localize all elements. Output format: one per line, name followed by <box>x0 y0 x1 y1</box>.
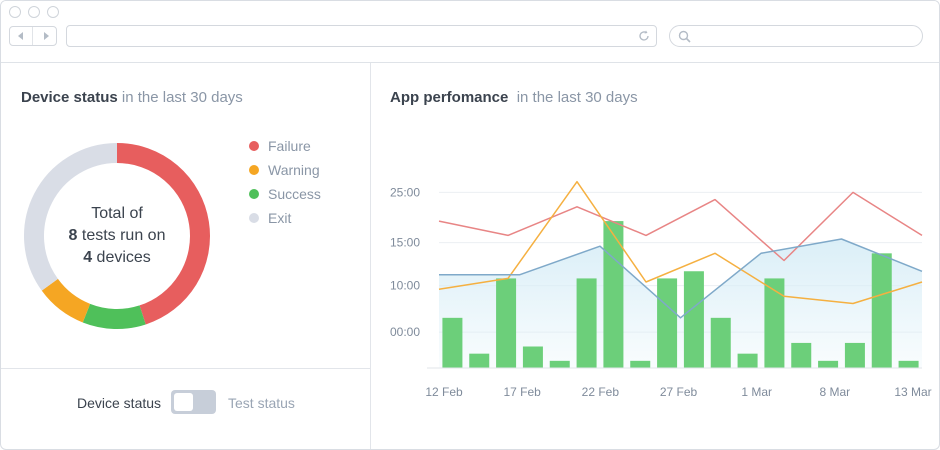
donut-center-line-3: 4 devices <box>47 247 187 269</box>
x-tick-label: 13 Mar <box>894 385 931 399</box>
legend-label: Success <box>268 186 321 202</box>
forward-arrow-icon <box>43 32 49 40</box>
device-status-heading: Device status <box>21 89 118 106</box>
back-arrow-icon <box>18 32 23 40</box>
reload-icon[interactable] <box>638 30 650 42</box>
x-tick-label: 17 Feb <box>503 385 541 399</box>
status-view-toggle[interactable] <box>171 390 216 414</box>
window-minimize-button[interactable] <box>28 6 40 18</box>
performance-bar <box>469 353 490 368</box>
legend-item-failure: Failure <box>249 137 321 161</box>
performance-bar <box>657 278 678 368</box>
y-tick-label: 15:00 <box>390 236 420 250</box>
device-status-legend: Failure Warning Success Exit <box>249 137 321 233</box>
status-toggle-bar: Device status Test status <box>1 368 370 449</box>
performance-bar <box>442 317 463 368</box>
donut-slice-success <box>82 303 146 329</box>
donut-center-line-2: 8 tests run on <box>47 225 187 247</box>
failure-dot-icon <box>249 141 259 151</box>
performance-bar <box>898 360 919 368</box>
legend-item-warning: Warning <box>249 161 321 185</box>
exit-dot-icon <box>249 213 259 223</box>
performance-bar <box>764 278 785 368</box>
device-status-panel: Device status in the last 30 days Total … <box>1 63 371 449</box>
test-status-toggle-label[interactable]: Test status <box>228 395 295 411</box>
performance-bar <box>710 317 731 368</box>
performance-bar <box>496 278 517 368</box>
x-tick-label: 8 Mar <box>819 385 850 399</box>
donut-center-summary: Total of 8 tests run on 4 devices <box>47 203 187 269</box>
toggle-knob[interactable] <box>174 393 193 411</box>
y-tick-label: 25:00 <box>390 185 420 199</box>
address-bar[interactable] <box>66 25 657 47</box>
performance-bar <box>630 360 651 368</box>
x-tick-label: 12 Feb <box>425 385 463 399</box>
legend-label: Exit <box>268 210 292 226</box>
performance-bar <box>844 342 865 368</box>
devices-label: devices <box>92 249 151 266</box>
x-tick-label: 22 Feb <box>582 385 620 399</box>
forward-button[interactable] <box>34 27 57 45</box>
performance-bar <box>522 346 543 368</box>
legend-label: Failure <box>268 138 311 154</box>
legend-label: Warning <box>268 162 320 178</box>
donut-center-line-1: Total of <box>91 205 143 222</box>
browser-toolbar <box>1 1 939 63</box>
tests-run-on-label: tests run on <box>77 227 166 244</box>
performance-bar <box>871 253 892 368</box>
app-performance-chart: 25:00 15:00 10:00 00:00 12 Feb 17 Feb 22 Feb 27… <box>390 180 932 399</box>
window-maximize-button[interactable] <box>47 6 59 18</box>
nav-buttons <box>9 26 57 46</box>
success-dot-icon <box>249 189 259 199</box>
performance-bar <box>683 271 704 368</box>
donut-slice-warning <box>41 278 91 323</box>
app-performance-panel: App perfomance in the last 30 days 25:00… <box>371 63 939 449</box>
search-icon <box>678 30 691 43</box>
browser-window: Device status in the last 30 days Total … <box>0 0 940 450</box>
warning-dot-icon <box>249 165 259 175</box>
window-close-button[interactable] <box>9 6 21 18</box>
devices-count: 4 <box>83 249 93 266</box>
y-tick-label: 00:00 <box>390 325 420 339</box>
performance-bar <box>737 353 758 368</box>
performance-bar <box>549 360 570 368</box>
performance-bar <box>603 221 624 368</box>
performance-bar <box>791 342 812 368</box>
y-tick-label: 10:00 <box>390 279 420 293</box>
performance-bar <box>576 278 597 368</box>
performance-bar <box>818 360 839 368</box>
legend-item-success: Success <box>249 185 321 209</box>
back-button[interactable] <box>10 27 33 45</box>
device-status-title: Device status in the last 30 days <box>21 89 243 106</box>
x-tick-label: 27 Feb <box>660 385 698 399</box>
device-status-subtitle: in the last 30 days <box>121 89 243 106</box>
device-status-toggle-label[interactable]: Device status <box>77 395 161 411</box>
x-tick-label: 1 Mar <box>741 385 772 399</box>
legend-item-exit: Exit <box>249 209 321 233</box>
search-field[interactable] <box>669 25 923 47</box>
